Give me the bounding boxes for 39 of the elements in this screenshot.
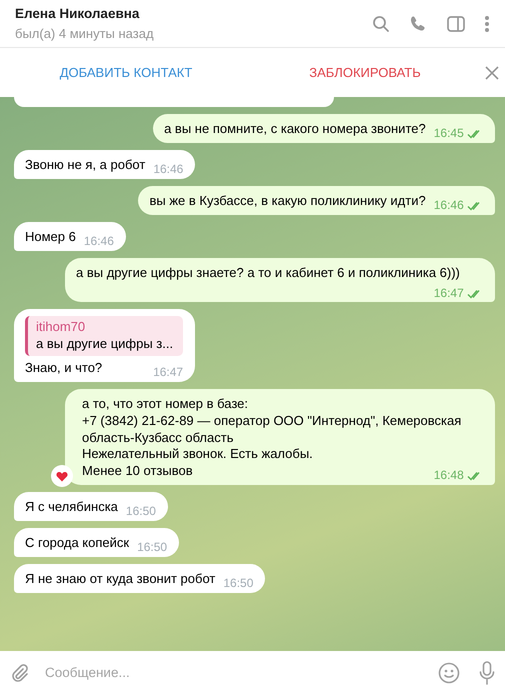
message-text: +7 (3842) 21-62-89 — оператор ООО "Интернод", Кемеровская область-Кузбасс область	[82, 412, 462, 446]
message-time: 16:46	[84, 234, 114, 250]
message-time: 16:47	[434, 286, 464, 302]
reply-text: а вы другие цифры з...	[36, 336, 174, 353]
message-time: 16:50	[223, 576, 254, 592]
search-icon[interactable]	[372, 14, 390, 32]
message-text: Я не знаю от куда звонит робот	[25, 570, 216, 586]
message-text: Нежелательный звонок. Есть жалобы.	[82, 446, 314, 464]
attach-icon[interactable]	[10, 663, 30, 683]
close-icon[interactable]	[484, 66, 498, 80]
block-button[interactable]: ЗАБЛОКИРОВАТЬ	[305, 58, 425, 86]
message-text: а вы другие цифры знаете? а то и кабинет 6 и поликлиника 6)))	[76, 264, 460, 280]
message-time: 16:48	[434, 468, 464, 484]
phone-icon[interactable]	[409, 14, 427, 32]
message-text: С города копейск	[25, 535, 130, 550]
message-time: 16:46	[434, 198, 464, 214]
more-menu-icon[interactable]	[484, 14, 490, 32]
reply-quote[interactable]: itihom70 а вы другие цифры з...	[25, 316, 184, 356]
add-contact-button[interactable]: ДОБАВИТЬ КОНТАКТ	[56, 58, 196, 86]
contact-name: Елена Николаевна	[15, 4, 140, 23]
reply-author: itihom70	[36, 319, 86, 336]
message-text: Звоню не я, а робот	[25, 156, 146, 172]
microphone-icon[interactable]	[479, 661, 495, 685]
message-text: Номер 6	[25, 228, 76, 244]
message-text: а то, что этот номер в базе:	[82, 396, 250, 413]
message-text: вы же в Кузбассе, в какую поликлинику идти?	[149, 192, 426, 208]
message-time: 16:47	[153, 364, 184, 380]
message-time: 16:50	[126, 504, 156, 520]
emoji-icon[interactable]	[438, 662, 460, 684]
message-time: 16:50	[137, 540, 168, 556]
sidebar-toggle-icon[interactable]	[446, 16, 464, 32]
message-text: Менее 10 отзывов	[82, 463, 193, 478]
message-text: а вы не помните, с какого номера звоните?	[164, 121, 426, 136]
last-seen-status: был(а) 4 минуты назад	[15, 24, 155, 43]
message-time: 16:46	[153, 162, 184, 178]
message-time: 16:45	[434, 126, 464, 142]
message-text: Знаю, и что?	[25, 360, 102, 375]
heart-reaction-icon[interactable]	[51, 465, 73, 488]
message-text: Я с челябинска	[25, 499, 118, 514]
